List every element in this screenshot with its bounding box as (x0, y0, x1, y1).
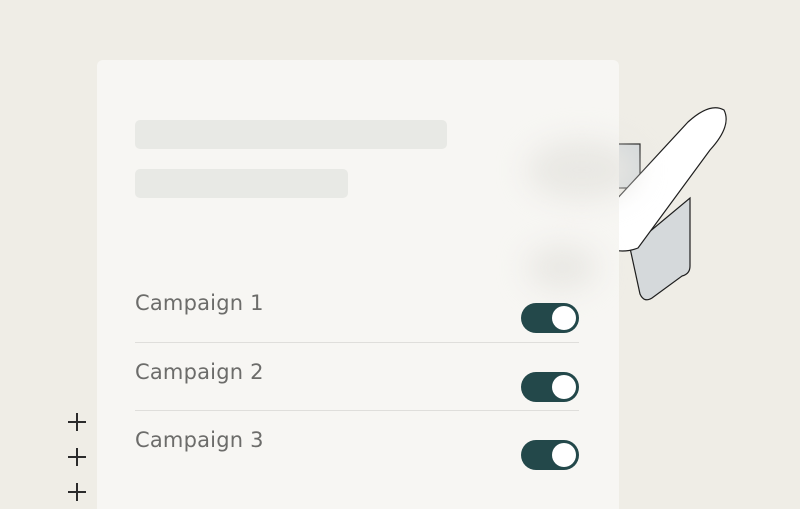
title-skeleton (135, 120, 447, 149)
campaign-label: Campaign 1 (135, 291, 264, 315)
toggle-knob (552, 443, 576, 467)
campaign-row: Campaign 3 (135, 410, 579, 479)
campaign-label: Campaign 2 (135, 360, 264, 384)
campaign-card: Campaign 1 Campaign 2 Campaign 3 (97, 60, 637, 509)
campaign-row: Campaign 1 (135, 274, 579, 342)
plus-icon (68, 448, 86, 466)
toggle-knob (552, 306, 576, 330)
campaign-row: Campaign 2 (135, 342, 579, 411)
plus-icon (68, 483, 86, 501)
toggle-knob (552, 375, 576, 399)
illustration-canvas: Campaign 1 Campaign 2 Campaign 3 (0, 0, 800, 509)
subtitle-skeleton (135, 169, 348, 198)
campaign-toggle[interactable] (521, 440, 579, 470)
campaign-toggle[interactable] (521, 372, 579, 402)
campaign-toggle[interactable] (521, 303, 579, 333)
campaign-label: Campaign 3 (135, 428, 264, 452)
plus-icon (68, 413, 86, 431)
